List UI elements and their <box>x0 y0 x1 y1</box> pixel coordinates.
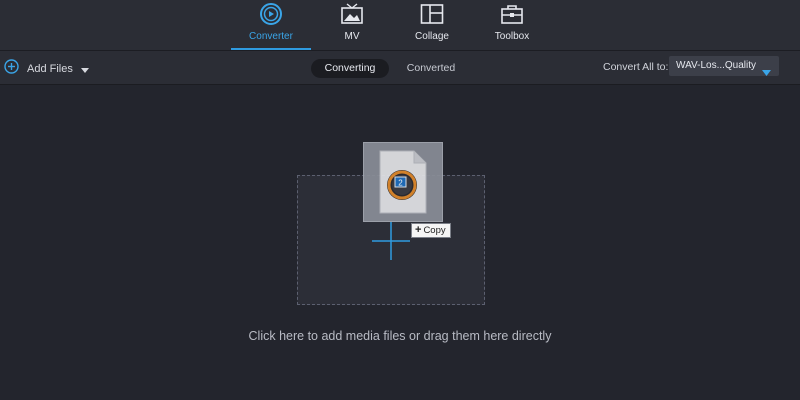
drop-hint-text: Click here to add media files or drag th… <box>248 329 552 343</box>
tab-mv[interactable]: MV <box>312 0 392 50</box>
add-circle-icon <box>4 59 19 79</box>
tab-toolbox[interactable]: Toolbox <box>472 0 552 50</box>
dragged-file-preview: 2 <box>363 142 443 222</box>
tab-converted[interactable]: Converted <box>393 59 469 78</box>
badge-number: 2 <box>398 179 403 188</box>
tab-converter[interactable]: Converter <box>231 0 311 50</box>
output-format-value: WAV-Los...Quality <box>676 60 757 71</box>
tab-label: Collage <box>415 31 449 42</box>
toolbox-icon <box>500 2 524 26</box>
add-files-label: Add Files <box>27 63 73 75</box>
add-files-button[interactable]: Add Files <box>4 59 89 79</box>
output-format-select[interactable]: WAV-Los...Quality <box>669 56 779 76</box>
copy-label: Copy <box>423 225 446 236</box>
mv-icon <box>340 2 364 26</box>
convert-all-label: Convert All to: <box>603 61 669 73</box>
media-file-icon: 2 <box>379 150 427 214</box>
tab-collage[interactable]: Collage <box>392 0 472 50</box>
top-navigation: Converter MV Collage Toolbox <box>0 0 800 51</box>
tab-converting[interactable]: Converting <box>311 59 389 78</box>
chevron-down-icon <box>762 63 771 81</box>
crosshair-cursor-icon <box>372 222 410 260</box>
copy-tooltip: + Copy <box>411 223 451 238</box>
tab-label: Converter <box>249 31 293 42</box>
copy-plus-icon: + <box>415 224 422 236</box>
converter-icon <box>259 2 283 26</box>
collage-icon <box>420 2 444 26</box>
tab-label: Toolbox <box>494 31 530 42</box>
chevron-down-icon[interactable] <box>80 60 89 78</box>
tab-label: MV <box>344 31 360 42</box>
